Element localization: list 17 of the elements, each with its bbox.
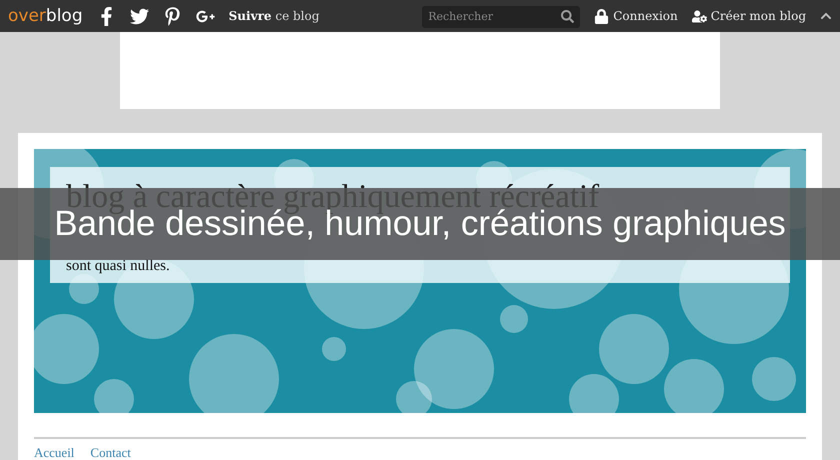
lock-icon <box>594 8 610 24</box>
chevron-up-icon[interactable] <box>820 10 832 22</box>
pinterest-icon[interactable] <box>162 6 182 26</box>
top-link[interactable]: Créer mon blog <box>692 8 806 24</box>
top-link[interactable]: Connexion <box>594 8 678 24</box>
follow-link[interactable]: Suivre ce blog <box>228 9 320 23</box>
overblog-logo[interactable]: overblog <box>8 6 83 26</box>
search-field[interactable]: Rechercher <box>422 6 580 28</box>
bubble <box>322 337 346 361</box>
nav-link[interactable]: Accueil <box>34 445 74 460</box>
bubble <box>664 359 724 413</box>
nav-link[interactable]: Contact <box>90 445 131 460</box>
search-icon[interactable] <box>561 10 574 23</box>
bubble <box>752 357 796 401</box>
blog-description: sont quasi nulles. <box>66 258 171 275</box>
user-icon <box>692 8 707 24</box>
twitter-icon[interactable] <box>130 6 149 26</box>
